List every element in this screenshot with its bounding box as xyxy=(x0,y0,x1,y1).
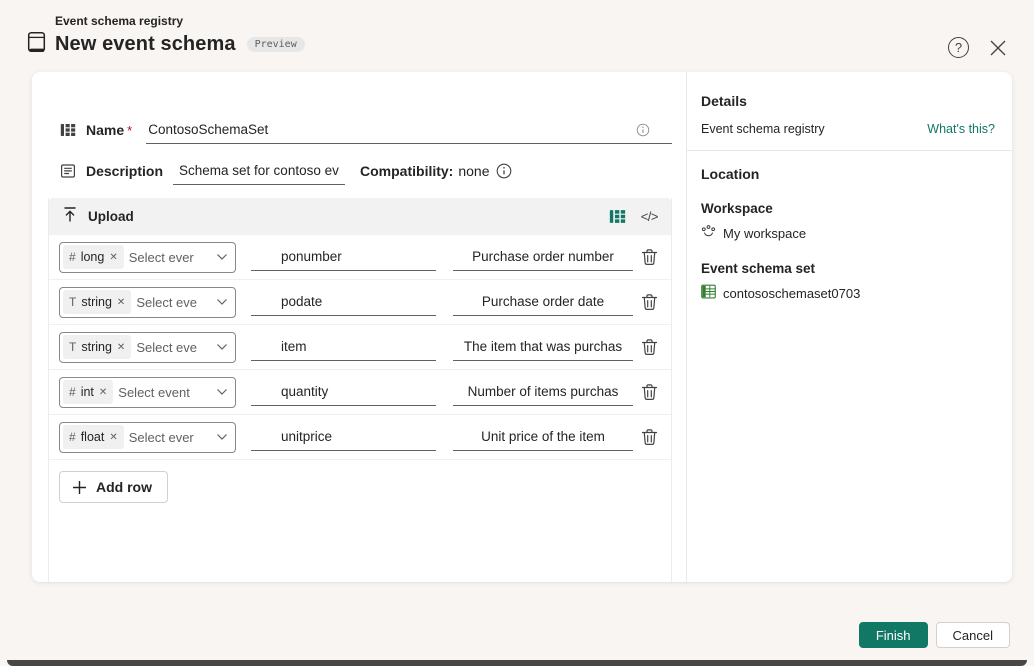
details-panel: Details Event schema registry What's thi… xyxy=(686,72,1012,582)
field-description-input[interactable]: Purchase order date xyxy=(453,288,633,316)
event-select-dropdown[interactable]: # float ✕ Select ever xyxy=(59,422,236,453)
workspace-value: My workspace xyxy=(723,226,806,241)
remove-tag-icon[interactable]: ✕ xyxy=(99,387,107,398)
chevron-down-icon xyxy=(216,293,228,311)
remove-tag-icon[interactable]: ✕ xyxy=(109,432,117,443)
add-row-button[interactable]: Add row xyxy=(59,471,168,503)
description-value: Schema set for contoso ev xyxy=(179,163,339,178)
breadcrumb: Event schema registry xyxy=(55,14,305,28)
dialog-header: Event schema registry New event schema P… xyxy=(27,14,305,58)
editor-toolbar: Upload </> xyxy=(49,198,671,235)
schema-editor: Upload </> xyxy=(48,198,672,582)
table-row: # int ✕ Select event quantity Number of … xyxy=(49,370,671,415)
details-title: Details xyxy=(701,93,995,109)
name-input[interactable]: ContosoSchemaSet xyxy=(146,116,672,144)
table-row: # long ✕ Select ever ponumber Purchase o… xyxy=(49,235,671,280)
description-label: Description xyxy=(86,163,163,179)
type-icon: T xyxy=(69,295,76,309)
table-row: T string ✕ Select eve podate Purchase or… xyxy=(49,280,671,325)
description-icon xyxy=(60,163,76,179)
chevron-down-icon xyxy=(216,338,228,356)
delete-row-icon[interactable] xyxy=(641,248,658,266)
event-select-dropdown[interactable]: T string ✕ Select eve xyxy=(59,287,236,318)
plus-icon xyxy=(72,480,87,495)
description-field-row: Description Schema set for contoso ev Co… xyxy=(60,157,672,185)
panel-divider xyxy=(687,150,1012,151)
schema-form: Name * ContosoSchemaSet Description Sche… xyxy=(32,72,686,582)
field-description-input[interactable]: Purchase order number xyxy=(453,243,633,271)
window-bottom-edge xyxy=(7,660,1027,666)
info-icon[interactable] xyxy=(496,163,512,179)
schema-set-item: contososchemaset0703 xyxy=(701,284,995,302)
field-name-input[interactable]: ponumber xyxy=(251,243,436,271)
field-name-input[interactable]: unitprice xyxy=(251,423,436,451)
upload-button[interactable]: Upload xyxy=(88,209,134,224)
field-name-input[interactable]: podate xyxy=(251,288,436,316)
name-value: ContosoSchemaSet xyxy=(148,122,268,137)
delete-row-icon[interactable] xyxy=(641,428,658,446)
type-tag: T string ✕ xyxy=(63,335,131,359)
schema-card: Name * ContosoSchemaSet Description Sche… xyxy=(32,72,1012,582)
chevron-down-icon xyxy=(216,428,228,446)
event-select-dropdown[interactable]: # long ✕ Select ever xyxy=(59,242,236,273)
field-description-input[interactable]: Number of items purchas xyxy=(453,378,633,406)
whats-this-link[interactable]: What's this? xyxy=(927,122,995,136)
workspace-item: My workspace xyxy=(701,224,995,242)
type-tag: # float ✕ xyxy=(63,425,124,449)
notebook-icon xyxy=(27,31,46,58)
dialog-footer: Finish Cancel xyxy=(859,622,1010,648)
workspace-icon xyxy=(701,224,716,242)
preview-badge: Preview xyxy=(247,37,305,52)
type-tag: T string ✕ xyxy=(63,290,131,314)
remove-tag-icon[interactable]: ✕ xyxy=(117,297,125,308)
close-icon[interactable] xyxy=(989,39,1007,57)
description-input[interactable]: Schema set for contoso ev xyxy=(173,157,345,185)
compatibility-field: Compatibility: none xyxy=(360,163,512,179)
required-asterisk: * xyxy=(127,123,132,138)
field-name-input[interactable]: quantity xyxy=(251,378,436,406)
name-field-row: Name * ContosoSchemaSet xyxy=(60,116,672,144)
cancel-button[interactable]: Cancel xyxy=(936,622,1010,648)
grid-icon xyxy=(60,122,76,138)
type-icon: T xyxy=(69,340,76,354)
type-tag: # int ✕ xyxy=(63,380,113,404)
finish-button[interactable]: Finish xyxy=(859,622,928,648)
remove-tag-icon[interactable]: ✕ xyxy=(109,252,117,263)
name-label: Name xyxy=(86,122,124,138)
chevron-down-icon xyxy=(216,248,228,266)
schema-rows: # long ✕ Select ever ponumber Purchase o… xyxy=(49,235,671,460)
delete-row-icon[interactable] xyxy=(641,338,658,356)
schema-set-value: contososchemaset0703 xyxy=(723,286,860,301)
type-tag: # long ✕ xyxy=(63,245,124,269)
page-title: New event schema xyxy=(55,33,236,56)
upload-icon xyxy=(62,206,78,228)
info-icon[interactable] xyxy=(636,123,650,137)
schema-set-icon xyxy=(701,284,716,302)
event-select-dropdown[interactable]: # int ✕ Select event xyxy=(59,377,236,408)
table-row: # float ✕ Select ever unitprice Unit pri… xyxy=(49,415,671,460)
event-select-dropdown[interactable]: T string ✕ Select eve xyxy=(59,332,236,363)
delete-row-icon[interactable] xyxy=(641,293,658,311)
type-icon: # xyxy=(69,385,76,399)
table-row: T string ✕ Select eve item The item that… xyxy=(49,325,671,370)
field-name-input[interactable]: item xyxy=(251,333,436,361)
code-view-icon[interactable]: </> xyxy=(641,209,658,224)
schema-set-label: Event schema set xyxy=(701,261,995,276)
remove-tag-icon[interactable]: ✕ xyxy=(117,342,125,353)
table-view-icon[interactable] xyxy=(609,208,626,225)
help-icon[interactable]: ? xyxy=(948,37,969,58)
location-title: Location xyxy=(701,166,995,182)
compatibility-label: Compatibility: xyxy=(360,163,453,179)
field-description-input[interactable]: Unit price of the item xyxy=(453,423,633,451)
item-type: Event schema registry xyxy=(701,122,825,136)
type-icon: # xyxy=(69,430,76,444)
workspace-label: Workspace xyxy=(701,201,995,216)
chevron-down-icon xyxy=(216,383,228,401)
type-icon: # xyxy=(69,250,76,264)
delete-row-icon[interactable] xyxy=(641,383,658,401)
compatibility-value: none xyxy=(458,163,489,179)
field-description-input[interactable]: The item that was purchas xyxy=(453,333,633,361)
